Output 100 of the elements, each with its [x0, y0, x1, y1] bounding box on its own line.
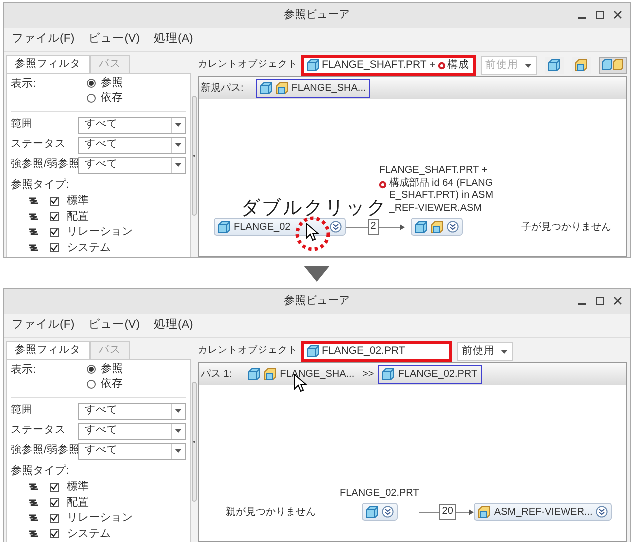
checkmark-icon — [51, 484, 58, 490]
object-node[interactable]: FLANGE_02 — [214, 218, 346, 236]
cube-pair-icon — [602, 59, 624, 71]
filter-label: ステータス — [11, 137, 67, 152]
part-cube-icon — [382, 368, 396, 380]
current-object-label: カレントオブジェクト — [198, 58, 298, 72]
dropdown-caret-icon — [175, 123, 182, 127]
menu-item[interactable]: 処理(A) — [154, 316, 194, 334]
path-crumb[interactable]: FLANGE_SHA... — [256, 78, 370, 98]
filter-label: ステータス — [11, 423, 67, 438]
filter-tab[interactable]: 参照フィルタ — [6, 341, 90, 359]
current-object-field[interactable]: FLANGE_02.PRT — [301, 341, 452, 362]
reference-type-checkbox[interactable]: リレーション — [50, 510, 133, 526]
checkmark-icon — [51, 515, 58, 522]
dropdown-caret-icon — [175, 429, 182, 433]
part-cube-icon — [307, 59, 320, 72]
menu-item[interactable]: ファイル(F) — [12, 30, 75, 48]
splitter-grip-icon[interactable] — [192, 382, 197, 502]
close-icon[interactable] — [614, 11, 622, 19]
dropdown-caret-icon — [175, 449, 182, 453]
status-message: 親が見つかりません — [226, 506, 316, 520]
filter-select[interactable]: すべて — [78, 402, 186, 420]
filter-select[interactable]: すべて — [78, 422, 186, 440]
connector-arrow — [456, 508, 474, 516]
menu-item[interactable]: ファイル(F) — [12, 316, 75, 334]
part-cube-icon — [307, 345, 320, 358]
menu-item[interactable]: ビュー(V) — [88, 316, 140, 334]
path-crumb[interactable]: FLANGE_SHA... — [244, 364, 359, 384]
path-crumb[interactable]: FLANGE_02.PRT — [378, 364, 482, 384]
checkmark-icon — [51, 229, 58, 236]
reference-type-checkbox[interactable]: システム — [50, 240, 111, 256]
reference-type-checkbox[interactable]: 配置 — [50, 494, 89, 511]
part-cube-icon — [366, 506, 379, 518]
dotted-circle-drawing — [295, 216, 331, 252]
part-cube-icon — [548, 59, 561, 72]
checkmark-icon — [51, 500, 58, 506]
filter-select[interactable]: すべて — [78, 116, 186, 134]
view-toggle-button[interactable] — [599, 57, 627, 74]
annotation-text: ダブルクリック — [241, 197, 388, 221]
checkmark-icon — [51, 530, 58, 537]
close-icon[interactable] — [614, 297, 622, 305]
radio-option[interactable]: 依存 — [87, 91, 123, 106]
assembly-cube-icon — [276, 82, 289, 94]
reference-type-checkbox[interactable]: 標準 — [50, 479, 89, 496]
filter-select[interactable]: すべて — [78, 442, 186, 460]
filter-label: 範囲 — [11, 117, 34, 132]
object-node[interactable]: ASM_REF-VIEWER... — [474, 503, 612, 521]
assembly-cube-icon — [575, 59, 588, 72]
menu-item[interactable]: ビュー(V) — [88, 30, 140, 48]
path-label: パス 1: — [201, 368, 232, 382]
expand-icon[interactable] — [447, 221, 460, 233]
filter-select[interactable]: すべて — [78, 136, 186, 154]
dropdown-caret-icon — [175, 409, 182, 413]
dropdown-caret-icon — [524, 64, 532, 68]
node-label: ASM_REF-VIEWER... — [494, 506, 593, 520]
display-label: 表示: — [11, 363, 38, 378]
display-label: 表示: — [11, 77, 38, 92]
status-message: 子が見つかりません — [521, 220, 612, 234]
current-object-field[interactable]: FLANGE_SHAFT.PRT + 構成 — [301, 55, 476, 76]
radio-option[interactable]: 依存 — [87, 377, 123, 392]
node-caption: 構成部品 id 64 (FLANGE_SHAFT.PRT) in ASM_REF-VIEWER.ASM — [389, 178, 495, 215]
reference-type-checkbox[interactable]: システム — [50, 526, 111, 542]
reference-type-checkbox[interactable]: 配置 — [50, 208, 89, 225]
radio-option[interactable]: 参照 — [87, 362, 123, 377]
window-title: 参照ビューア — [284, 294, 350, 310]
filter-select[interactable]: すべて — [78, 156, 186, 174]
filter-label: 範囲 — [11, 403, 34, 418]
splitter-grip-icon[interactable] — [192, 96, 197, 216]
reference-type-checkbox[interactable]: リレーション — [50, 224, 133, 240]
expand-icon[interactable] — [382, 506, 394, 518]
checkmark-icon — [51, 244, 58, 251]
down-arrow-icon — [304, 266, 330, 282]
maximize-icon[interactable] — [596, 297, 604, 305]
reference-type-label: 参照タイプ: — [11, 178, 70, 193]
path-separator: >> — [362, 368, 374, 382]
part-cube-icon — [248, 368, 262, 380]
connector-arrow — [379, 224, 406, 230]
filter-tab[interactable]: 参照フィルタ — [6, 55, 90, 73]
object-node[interactable] — [411, 218, 464, 236]
dropdown-caret-icon — [501, 350, 508, 354]
node-caption: FLANGE_SHAFT.PRT + — [379, 165, 489, 178]
radio-option[interactable]: 参照 — [87, 76, 123, 91]
dropdown-caret-icon — [175, 143, 182, 147]
current-object-suffix: 構成 — [448, 58, 470, 73]
part-cube-icon — [218, 220, 231, 234]
history-dropdown[interactable]: 前使用 — [457, 342, 513, 361]
dropdown-caret-icon — [175, 163, 182, 167]
reference-count: 20 — [439, 504, 456, 520]
current-object-label: カレントオブジェクト — [198, 344, 298, 358]
menu-item[interactable]: 処理(A) — [154, 30, 194, 48]
expand-icon[interactable] — [596, 506, 608, 518]
object-node[interactable] — [362, 503, 398, 521]
assembly-cube-icon — [478, 506, 492, 518]
reference-type-checkbox[interactable]: 標準 — [50, 193, 89, 210]
path-label: 新規パス: — [201, 82, 244, 96]
maximize-icon[interactable] — [596, 11, 604, 19]
node-caption: FLANGE_02.PRT — [340, 488, 420, 500]
reference-count: 2 — [368, 219, 380, 235]
node-label: FLANGE_02 — [234, 220, 291, 234]
expand-icon[interactable] — [330, 221, 342, 233]
